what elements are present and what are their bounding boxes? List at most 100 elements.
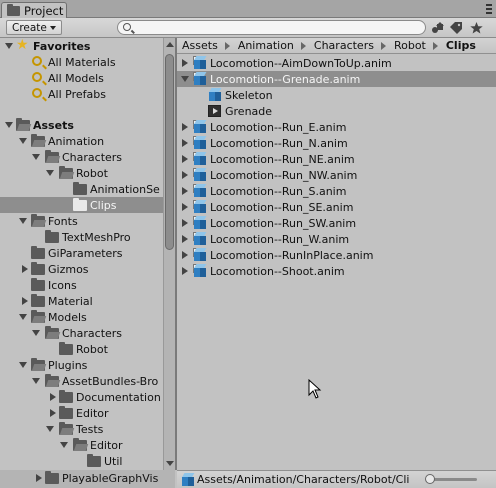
tree-item[interactable]: GiParameters: [0, 245, 163, 261]
tree-item-label: PlayableGraphVis: [62, 471, 159, 485]
folder-open-icon: [31, 214, 45, 227]
foldout-expanded-icon[interactable]: [18, 216, 28, 226]
tree-item[interactable]: Editor: [0, 405, 163, 421]
scroll-down-icon[interactable]: [166, 461, 174, 466]
asset-row[interactable]: Locomotion--Run_NE.anim: [177, 151, 496, 167]
foldout-collapsed-icon[interactable]: [180, 138, 190, 148]
tree-item[interactable]: Material: [0, 293, 163, 309]
icon-size-slider[interactable]: [425, 474, 477, 484]
tree-assets[interactable]: Assets: [0, 117, 163, 133]
tree-item[interactable]: Gizmos: [0, 261, 163, 277]
tree-scrollbar[interactable]: [163, 38, 175, 470]
asset-row[interactable]: Locomotion--Run_W.anim: [177, 231, 496, 247]
foldout-expanded-icon[interactable]: [31, 376, 41, 386]
foldout-collapsed-icon[interactable]: [180, 266, 190, 276]
tree-item[interactable]: PlayableGraphVis: [0, 470, 163, 486]
tree-item[interactable]: TextMeshPro: [0, 229, 163, 245]
foldout-expanded-icon[interactable]: [18, 360, 28, 370]
star-icon[interactable]: [468, 21, 484, 35]
folder-icon: [45, 471, 59, 484]
asset-row[interactable]: Locomotion--Run_NW.anim: [177, 167, 496, 183]
foldout-collapsed-icon[interactable]: [48, 392, 58, 402]
asset-row[interactable]: Locomotion--Run_N.anim: [177, 135, 496, 151]
foldout-collapsed-icon[interactable]: [180, 58, 190, 68]
chevron-down-icon: [49, 26, 56, 30]
foldout-expanded-icon[interactable]: [59, 440, 69, 450]
menu-icon[interactable]: [486, 4, 492, 14]
foldout-collapsed-icon[interactable]: [48, 408, 58, 418]
folder-open-icon: [31, 358, 45, 371]
asset-row[interactable]: Locomotion--Run_SW.anim: [177, 215, 496, 231]
favorite-item[interactable]: All Materials: [0, 54, 163, 70]
asset-row[interactable]: Skeleton: [177, 87, 496, 103]
folder-open-icon: [59, 422, 73, 435]
breadcrumb-item[interactable]: Characters: [314, 39, 374, 52]
tree-item[interactable]: AnimationSe: [0, 181, 163, 197]
tree-item[interactable]: Documentation: [0, 389, 163, 405]
foldout-expanded-icon[interactable]: [45, 424, 55, 434]
favorite-item[interactable]: All Models: [0, 70, 163, 86]
foldout-expanded-icon[interactable]: [45, 168, 55, 178]
foldout-expanded-icon[interactable]: [4, 120, 14, 130]
tree-item[interactable]: Models: [0, 309, 163, 325]
asset-row[interactable]: Locomotion--Shoot.anim: [177, 263, 496, 279]
foldout-expanded-icon[interactable]: [31, 328, 41, 338]
favorite-label: All Materials: [48, 55, 116, 69]
model-asset-icon: [193, 136, 207, 150]
foldout-collapsed-icon[interactable]: [180, 218, 190, 228]
foldout-collapsed-icon[interactable]: [180, 250, 190, 260]
asset-row[interactable]: Locomotion--Run_SE.anim: [177, 199, 496, 215]
tree-favorites[interactable]: ★ Favorites: [0, 38, 163, 54]
foldout-collapsed-icon[interactable]: [34, 473, 44, 483]
scrollbar-thumb[interactable]: [165, 54, 174, 250]
foldout-collapsed-icon[interactable]: [180, 154, 190, 164]
foldout-collapsed-icon[interactable]: [180, 186, 190, 196]
foldout-collapsed-icon[interactable]: [180, 170, 190, 180]
tree-item[interactable]: AssetBundles-Bro: [0, 373, 163, 389]
asset-row[interactable]: Locomotion--Run_E.anim: [177, 119, 496, 135]
tree-item[interactable]: Robot: [0, 165, 163, 181]
tree-item[interactable]: Fonts: [0, 213, 163, 229]
foldout-collapsed-icon[interactable]: [180, 202, 190, 212]
foldout-expanded-icon[interactable]: [31, 152, 41, 162]
tree-item[interactable]: Robot: [0, 341, 163, 357]
breadcrumb-item[interactable]: Robot: [394, 39, 426, 52]
create-button[interactable]: Create: [6, 20, 62, 35]
foldout-collapsed-icon[interactable]: [20, 264, 30, 274]
tree-item[interactable]: Util: [0, 453, 163, 469]
foldout-expanded-icon[interactable]: [18, 136, 28, 146]
tab-strip: Project: [0, 0, 496, 19]
search-input[interactable]: [136, 21, 416, 34]
foldout-expanded-icon[interactable]: [18, 312, 28, 322]
foldout-collapsed-icon[interactable]: [180, 122, 190, 132]
asset-row[interactable]: Locomotion--AimDownToUp.anim: [177, 55, 496, 71]
foldout-collapsed-icon[interactable]: [20, 296, 30, 306]
tree-item[interactable]: Characters: [0, 149, 163, 165]
tree-item[interactable]: Plugins: [0, 357, 163, 373]
tree-item[interactable]: Editor: [0, 437, 163, 453]
slider-handle[interactable]: [425, 474, 435, 484]
filter-by-label-icon[interactable]: [448, 21, 464, 35]
tree-item[interactable]: Characters: [0, 325, 163, 341]
breadcrumb-item[interactable]: Assets: [182, 39, 218, 52]
search-box[interactable]: [117, 20, 426, 35]
scroll-up-icon[interactable]: [166, 42, 174, 47]
tree-item-selected[interactable]: Clips: [0, 197, 163, 213]
foldout-expanded-icon[interactable]: [4, 41, 14, 51]
asset-row[interactable]: Grenade: [177, 103, 496, 119]
breadcrumb-current[interactable]: Clips: [446, 39, 476, 52]
tree-item-label: Icons: [48, 278, 77, 292]
path-bar: Assets/Animation/Characters/Robot/Cli: [177, 470, 496, 488]
breadcrumb-item[interactable]: Animation: [238, 39, 294, 52]
favorite-item[interactable]: All Prefabs: [0, 86, 163, 102]
tree-item[interactable]: Icons: [0, 277, 163, 293]
tree-item[interactable]: Animation: [0, 133, 163, 149]
asset-row[interactable]: Locomotion--Run_S.anim: [177, 183, 496, 199]
asset-row[interactable]: Locomotion--RunInPlace.anim: [177, 247, 496, 263]
asset-row-selected[interactable]: Locomotion--Grenade.anim: [177, 71, 496, 87]
foldout-expanded-icon[interactable]: [180, 74, 190, 84]
foldout-collapsed-icon[interactable]: [180, 234, 190, 244]
project-tab[interactable]: Project: [1, 2, 67, 19]
tree-item[interactable]: Tests: [0, 421, 163, 437]
filter-by-type-icon[interactable]: [430, 21, 446, 35]
